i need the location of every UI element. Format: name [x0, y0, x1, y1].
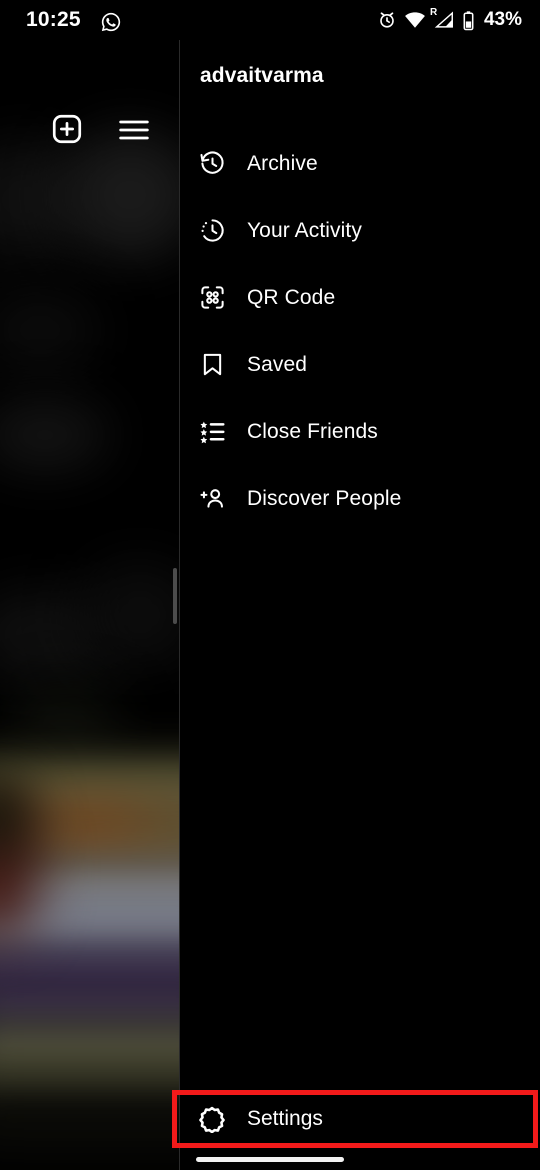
feed-top-actions: [0, 50, 180, 144]
menu-item-label: Archive: [247, 151, 318, 175]
hamburger-menu-button[interactable]: [118, 118, 150, 147]
add-post-button[interactable]: [50, 112, 84, 151]
gear-icon: [197, 1104, 227, 1134]
drawer-menu-list: Archive Your Activity QR Code Saved Clos…: [180, 130, 540, 532]
status-bar: 10:25 R 43%: [0, 0, 540, 42]
status-bar-system-icons: R 43%: [377, 7, 522, 31]
menu-item-label: Saved: [247, 352, 308, 376]
star-list-icon: [197, 417, 227, 447]
plus-square-icon: [52, 114, 82, 144]
scrollbar-thumb[interactable]: [173, 568, 177, 624]
archive-clock-icon: [197, 149, 227, 179]
profile-side-drawer: advaitvarma Archive Your Activity QR Cod…: [180, 42, 540, 1170]
wifi-icon: [405, 12, 425, 28]
activity-clock-icon: [197, 216, 227, 246]
alarm-clock-icon: [380, 12, 394, 28]
settings-label: Settings: [247, 1107, 323, 1130]
menu-item-qr-code[interactable]: QR Code: [180, 264, 540, 331]
menu-item-label: Your Activity: [247, 218, 362, 242]
menu-item-close-friends[interactable]: Close Friends: [180, 398, 540, 465]
whatsapp-icon: [101, 12, 121, 32]
drawer-username: advaitvarma: [200, 64, 324, 87]
menu-item-label: QR Code: [247, 285, 336, 309]
menu-item-label: Close Friends: [247, 419, 378, 443]
person-add-icon: [197, 484, 227, 514]
home-gesture-bar[interactable]: [196, 1157, 344, 1162]
menu-item-your-activity[interactable]: Your Activity: [180, 197, 540, 264]
phone-screen: 10:25 R 43% advaitvarma Archive Your Act…: [0, 0, 540, 1170]
hamburger-menu-icon: [119, 120, 149, 140]
battery-percentage: 43%: [483, 9, 522, 30]
menu-item-label: Discover People: [247, 486, 402, 510]
roaming-indicator-label: R: [429, 7, 438, 18]
settings-button[interactable]: Settings: [180, 1086, 540, 1152]
qr-code-icon: [197, 283, 227, 313]
battery-icon: [463, 10, 474, 30]
menu-item-discover-people[interactable]: Discover People: [180, 465, 540, 532]
status-bar-notifications: [100, 11, 122, 33]
bookmark-icon: [197, 350, 227, 380]
background-dim-overlay: [0, 0, 180, 1170]
cellular-signal-roaming-icon: R: [429, 7, 455, 30]
menu-item-archive[interactable]: Archive: [180, 130, 540, 197]
menu-item-saved[interactable]: Saved: [180, 331, 540, 398]
status-bar-clock: 10:25: [26, 8, 81, 31]
